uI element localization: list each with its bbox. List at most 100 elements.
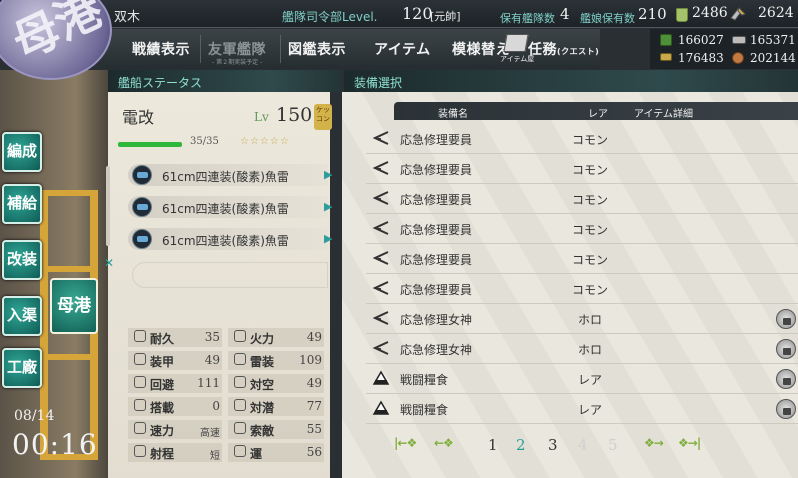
- equip-row[interactable]: 応急修理要員 コモン: [366, 154, 798, 184]
- nav-resupply[interactable]: 補給: [2, 184, 42, 224]
- lock-icon[interactable]: [776, 309, 796, 329]
- first-page-icon[interactable]: |←❖: [394, 436, 417, 450]
- equip-rarity: コモン: [572, 253, 609, 267]
- slot-scrollbar[interactable]: [106, 166, 110, 246]
- ammo-value: 176483: [678, 51, 724, 65]
- shop-icon: [503, 34, 529, 52]
- equip-row[interactable]: 戦闘糧食 レア: [366, 394, 798, 424]
- nav-organize[interactable]: 編成: [2, 132, 42, 172]
- nav-arsenal[interactable]: 工廠: [2, 348, 42, 388]
- menu-record[interactable]: 戦績表示: [132, 39, 190, 59]
- stat-label: 搭載: [150, 401, 175, 415]
- equip-rarity: コモン: [572, 193, 609, 207]
- nav-home-port[interactable]: 母港: [50, 278, 98, 334]
- equip-rarity: ホロ: [578, 343, 603, 357]
- torpedo-stat-icon: [234, 353, 246, 365]
- menu-divider: [280, 35, 281, 63]
- equip-slot-2[interactable]: 61cm四連装(酸素)魚雷: [128, 196, 328, 218]
- repair-crew-icon: [372, 221, 389, 235]
- stat-label: 火力: [250, 332, 275, 346]
- col-detail: アイテム詳細: [634, 109, 693, 120]
- equip-name: 戦闘糧食: [400, 373, 449, 387]
- hp-bar: [118, 142, 182, 147]
- equip-name: 応急修理女神: [400, 313, 473, 327]
- page-1[interactable]: 1: [488, 436, 498, 454]
- equip-row[interactable]: 応急修理女神 ホロ: [366, 334, 798, 364]
- equip-slot-name: 61cm四連装(酸素)魚雷: [162, 202, 289, 216]
- fuel-value: 166027: [678, 33, 724, 47]
- equip-table-header: 装備名 レア アイテム詳細: [394, 102, 798, 120]
- lock-icon[interactable]: [776, 399, 796, 419]
- date-display: 08/14: [14, 408, 55, 424]
- equip-slot-3[interactable]: 61cm四連装(酸素)魚雷: [128, 228, 328, 250]
- stat-row: 耐久 35 火力 49: [128, 328, 324, 347]
- repair-crew-icon: [372, 281, 389, 295]
- fuel-icon: [660, 34, 672, 46]
- equip-row[interactable]: 応急修理要員 コモン: [366, 214, 798, 244]
- bauxite-value: 202144: [750, 51, 796, 65]
- stat-row: 装甲 49 雷装 109: [128, 351, 324, 370]
- ship-level: 150: [276, 104, 313, 126]
- equip-row[interactable]: 応急修理女神 ホロ: [366, 304, 798, 334]
- equip-rarity: コモン: [572, 283, 609, 297]
- equip-name: 応急修理要員: [400, 133, 473, 147]
- close-icon[interactable]: ✕: [104, 256, 114, 270]
- equip-rarity: コモン: [572, 223, 609, 237]
- ship-count-label: 艦娘保有数: [580, 12, 635, 25]
- last-page-icon[interactable]: ❖→|: [678, 436, 701, 450]
- equip-name: 応急修理要員: [400, 283, 473, 297]
- equip-row[interactable]: 応急修理要員 コモン: [366, 184, 798, 214]
- menu-items[interactable]: アイテム: [374, 39, 431, 59]
- equip-select-header: 装備選択: [344, 70, 798, 92]
- anti-air-icon: [234, 376, 246, 388]
- equip-slot-1[interactable]: 61cm四連装(酸素)魚雷: [128, 164, 328, 186]
- equip-row[interactable]: 応急修理要員 コモン: [366, 274, 798, 304]
- menu-library[interactable]: 図鑑表示: [288, 39, 346, 59]
- equip-row[interactable]: 応急修理要員 コモン: [366, 124, 798, 154]
- repair-crew-icon: [372, 191, 389, 205]
- nav-remodel[interactable]: 改装: [2, 240, 42, 280]
- equip-rarity: レア: [578, 373, 603, 387]
- ship-count-value: 210: [638, 5, 667, 23]
- repair-crew-icon: [372, 131, 389, 145]
- page-3[interactable]: 3: [548, 436, 558, 454]
- col-rarity: レア: [588, 109, 608, 120]
- stat-label: 索敵: [250, 424, 275, 438]
- girder-beam: [40, 266, 98, 272]
- nav-docking[interactable]: 入渠: [2, 296, 42, 336]
- hp-text: 35/35: [190, 136, 219, 147]
- hq-level-value: 120: [402, 4, 433, 23]
- stat-value: 49: [306, 330, 322, 344]
- slot-change-arrow-icon[interactable]: ▶: [324, 232, 332, 245]
- ship-status-header: 艦船ステータス: [108, 70, 342, 92]
- bucket-icon: [676, 8, 688, 22]
- equip-name: 応急修理要員: [400, 253, 473, 267]
- page-2[interactable]: 2: [516, 436, 526, 454]
- equip-rarity: レア: [578, 403, 603, 417]
- slot-change-arrow-icon[interactable]: ▶: [324, 168, 332, 181]
- next-page-icon[interactable]: ❖→: [644, 436, 664, 450]
- steel-icon: [732, 36, 746, 44]
- luck-icon: [234, 445, 246, 457]
- repair-goddess-icon: [372, 311, 389, 325]
- repair-goddess-icon: [372, 341, 389, 355]
- equip-name: 応急修理要員: [400, 223, 473, 237]
- torpedo-icon: [132, 229, 152, 249]
- lock-icon[interactable]: [776, 369, 796, 389]
- stat-label: 対潜: [250, 401, 275, 415]
- slot-change-arrow-icon[interactable]: ▶: [324, 200, 332, 213]
- stat-label: 装甲: [150, 355, 175, 369]
- bauxite-icon: [732, 52, 744, 64]
- stat-value: 49: [204, 353, 220, 367]
- stat-label: 耐久: [150, 332, 175, 346]
- admiral-emblem[interactable]: 母港: [0, 0, 112, 80]
- menu-friend-fleet-note: - 第２期実装予定 -: [212, 59, 263, 66]
- lock-icon[interactable]: [776, 339, 796, 359]
- equip-row[interactable]: 戦闘糧食 レア: [366, 364, 798, 394]
- equip-slot-name: 61cm四連装(酸素)魚雷: [162, 234, 289, 248]
- equip-row[interactable]: 応急修理要員 コモン: [366, 244, 798, 274]
- prev-page-icon[interactable]: ←❖: [434, 436, 454, 450]
- empty-slot[interactable]: [132, 262, 328, 288]
- admiral-name: 双木: [114, 10, 141, 25]
- menu-quests-sublabel: (クエスト): [557, 47, 600, 56]
